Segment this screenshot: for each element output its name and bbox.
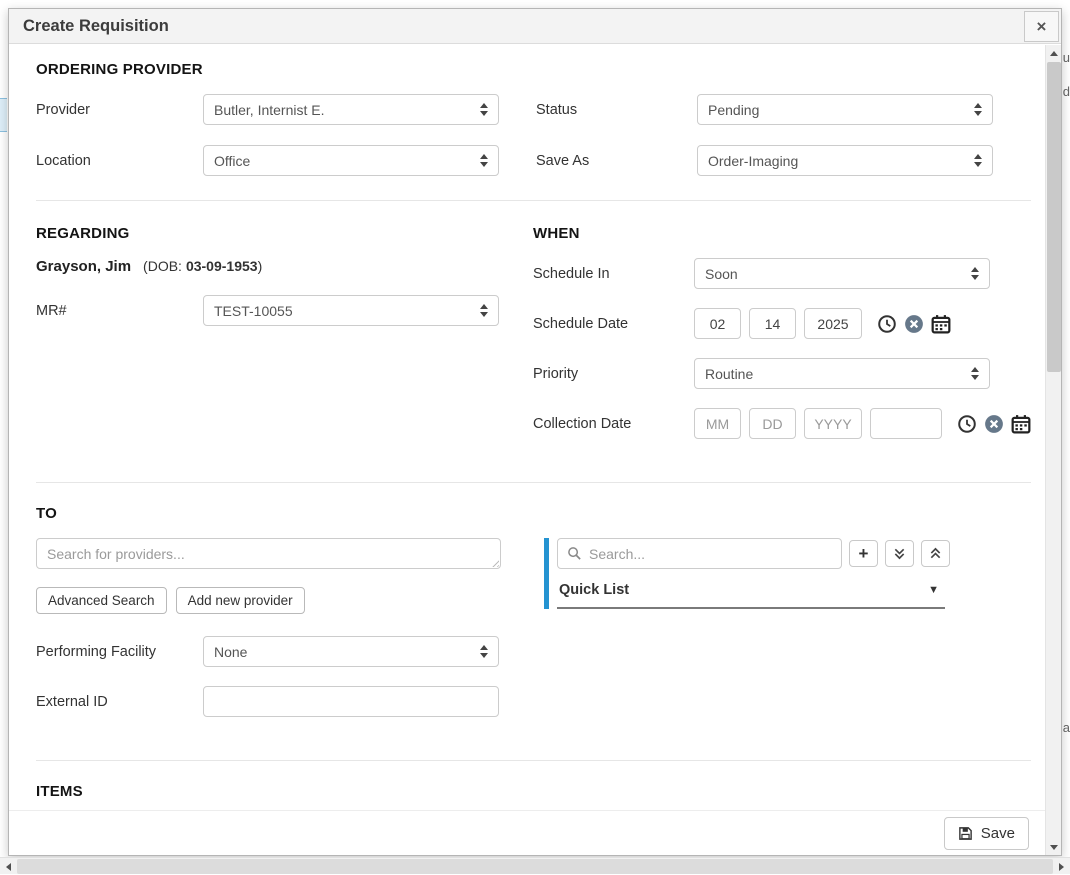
add-to-quick-list-button[interactable]: + bbox=[849, 540, 878, 567]
provider-label: Provider bbox=[36, 102, 203, 118]
search-icon bbox=[567, 546, 582, 561]
updown-arrows-icon bbox=[480, 304, 488, 317]
schedule-in-label: Schedule In bbox=[533, 266, 694, 282]
section-divider bbox=[36, 760, 1031, 761]
clear-date-icon[interactable] bbox=[984, 414, 1004, 434]
close-button[interactable]: × bbox=[1024, 11, 1059, 42]
scroll-down-button[interactable] bbox=[1046, 839, 1062, 855]
collapse-all-button[interactable] bbox=[921, 540, 950, 567]
plus-icon: + bbox=[859, 545, 869, 562]
schedule-date-label: Schedule Date bbox=[533, 316, 694, 332]
horizontal-scrollbar-thumb[interactable] bbox=[17, 859, 1053, 874]
scroll-up-button[interactable] bbox=[1046, 45, 1062, 61]
performing-facility-select[interactable]: None bbox=[203, 636, 499, 667]
calendar-icon[interactable] bbox=[931, 314, 951, 334]
location-select[interactable]: Office bbox=[203, 145, 499, 176]
calendar-icon[interactable] bbox=[1011, 414, 1031, 434]
updown-arrows-icon bbox=[974, 103, 982, 116]
section-heading-regarding: REGARDING bbox=[36, 225, 525, 242]
triangle-right-icon bbox=[1059, 863, 1064, 871]
dialog-header: Create Requisition bbox=[9, 9, 1061, 44]
dialog-content: ORDERING PROVIDER Provider Butler, Inter… bbox=[9, 45, 1045, 855]
caret-down-icon: ▼ bbox=[928, 584, 939, 596]
scroll-right-button[interactable] bbox=[1053, 858, 1070, 875]
schedule-date-year-input[interactable] bbox=[804, 308, 862, 339]
provider-quick-list-panel: + Quick bbox=[544, 538, 1031, 609]
patient-summary: Grayson, Jim (DOB:03-09-1953) bbox=[36, 258, 525, 275]
updown-arrows-icon bbox=[971, 367, 979, 380]
status-select[interactable]: Pending bbox=[697, 94, 993, 125]
location-label: Location bbox=[36, 153, 203, 169]
double-chevron-down-icon bbox=[893, 547, 906, 560]
double-chevron-up-icon bbox=[929, 547, 942, 560]
quick-list-search-input[interactable] bbox=[589, 546, 832, 562]
triangle-left-icon bbox=[6, 863, 11, 871]
provider-search-input[interactable] bbox=[36, 538, 501, 569]
section-heading-to: TO bbox=[36, 505, 1031, 522]
background-text-fragment: u bbox=[1063, 50, 1070, 65]
add-new-provider-button[interactable]: Add new provider bbox=[176, 587, 305, 614]
expand-all-button[interactable] bbox=[885, 540, 914, 567]
advanced-search-button[interactable]: Advanced Search bbox=[36, 587, 167, 614]
collection-month-input[interactable] bbox=[694, 408, 741, 439]
section-heading-items: ITEMS bbox=[36, 783, 1031, 800]
quick-list-label: Quick List bbox=[559, 582, 629, 598]
quick-list-search-box bbox=[557, 538, 842, 569]
section-heading-ordering-provider: ORDERING PROVIDER bbox=[36, 61, 1031, 78]
close-icon: × bbox=[1037, 18, 1047, 35]
collection-date-label: Collection Date bbox=[533, 416, 694, 432]
form-row: Location Office Save As Order-Imaging bbox=[36, 145, 1031, 176]
save-as-label: Save As bbox=[536, 153, 697, 169]
scrollbar-thumb[interactable] bbox=[1047, 62, 1061, 372]
create-requisition-dialog: Create Requisition × ORDERING PROVIDER P… bbox=[8, 8, 1062, 856]
collection-time-input[interactable] bbox=[870, 408, 942, 439]
schedule-date-day-input[interactable] bbox=[749, 308, 796, 339]
page-title: Create Requisition bbox=[23, 17, 169, 36]
save-button[interactable]: Save bbox=[944, 817, 1029, 850]
background-fragment-box bbox=[0, 98, 7, 132]
updown-arrows-icon bbox=[974, 154, 982, 167]
section-heading-when: WHEN bbox=[533, 225, 1031, 242]
scroll-left-button[interactable] bbox=[0, 858, 17, 875]
triangle-up-icon bbox=[1050, 51, 1058, 56]
updown-arrows-icon bbox=[480, 103, 488, 116]
patient-dob: (DOB:03-09-1953) bbox=[143, 258, 262, 274]
collection-day-input[interactable] bbox=[749, 408, 796, 439]
priority-label: Priority bbox=[533, 366, 694, 382]
mr-label: MR# bbox=[36, 303, 203, 319]
schedule-date-month-input[interactable] bbox=[694, 308, 741, 339]
clear-date-icon[interactable] bbox=[904, 314, 924, 334]
status-label: Status bbox=[536, 102, 697, 118]
updown-arrows-icon bbox=[971, 267, 979, 280]
background-text-fragment: d bbox=[1063, 84, 1070, 99]
vertical-scrollbar[interactable] bbox=[1045, 45, 1061, 855]
priority-select[interactable]: Routine bbox=[694, 358, 990, 389]
clock-icon[interactable] bbox=[877, 314, 897, 334]
save-icon bbox=[958, 826, 973, 841]
form-row: Provider Butler, Internist E. Status Pen… bbox=[36, 94, 1031, 125]
section-divider bbox=[36, 200, 1031, 201]
mr-select[interactable]: TEST-10055 bbox=[203, 295, 499, 326]
updown-arrows-icon bbox=[480, 154, 488, 167]
updown-arrows-icon bbox=[480, 645, 488, 658]
horizontal-scrollbar[interactable] bbox=[0, 857, 1070, 874]
clock-icon[interactable] bbox=[957, 414, 977, 434]
triangle-down-icon bbox=[1050, 845, 1058, 850]
schedule-in-select[interactable]: Soon bbox=[694, 258, 990, 289]
save-as-select[interactable]: Order-Imaging bbox=[697, 145, 993, 176]
provider-select[interactable]: Butler, Internist E. bbox=[203, 94, 499, 125]
performing-facility-label: Performing Facility bbox=[36, 644, 203, 660]
section-divider bbox=[36, 482, 1031, 483]
external-id-input[interactable] bbox=[203, 686, 499, 717]
patient-name: Grayson, Jim bbox=[36, 258, 131, 275]
dialog-footer: Save bbox=[9, 810, 1045, 855]
quick-list-header[interactable]: Quick List ▼ bbox=[557, 582, 945, 609]
external-id-label: External ID bbox=[36, 694, 203, 710]
collection-year-input[interactable] bbox=[804, 408, 862, 439]
